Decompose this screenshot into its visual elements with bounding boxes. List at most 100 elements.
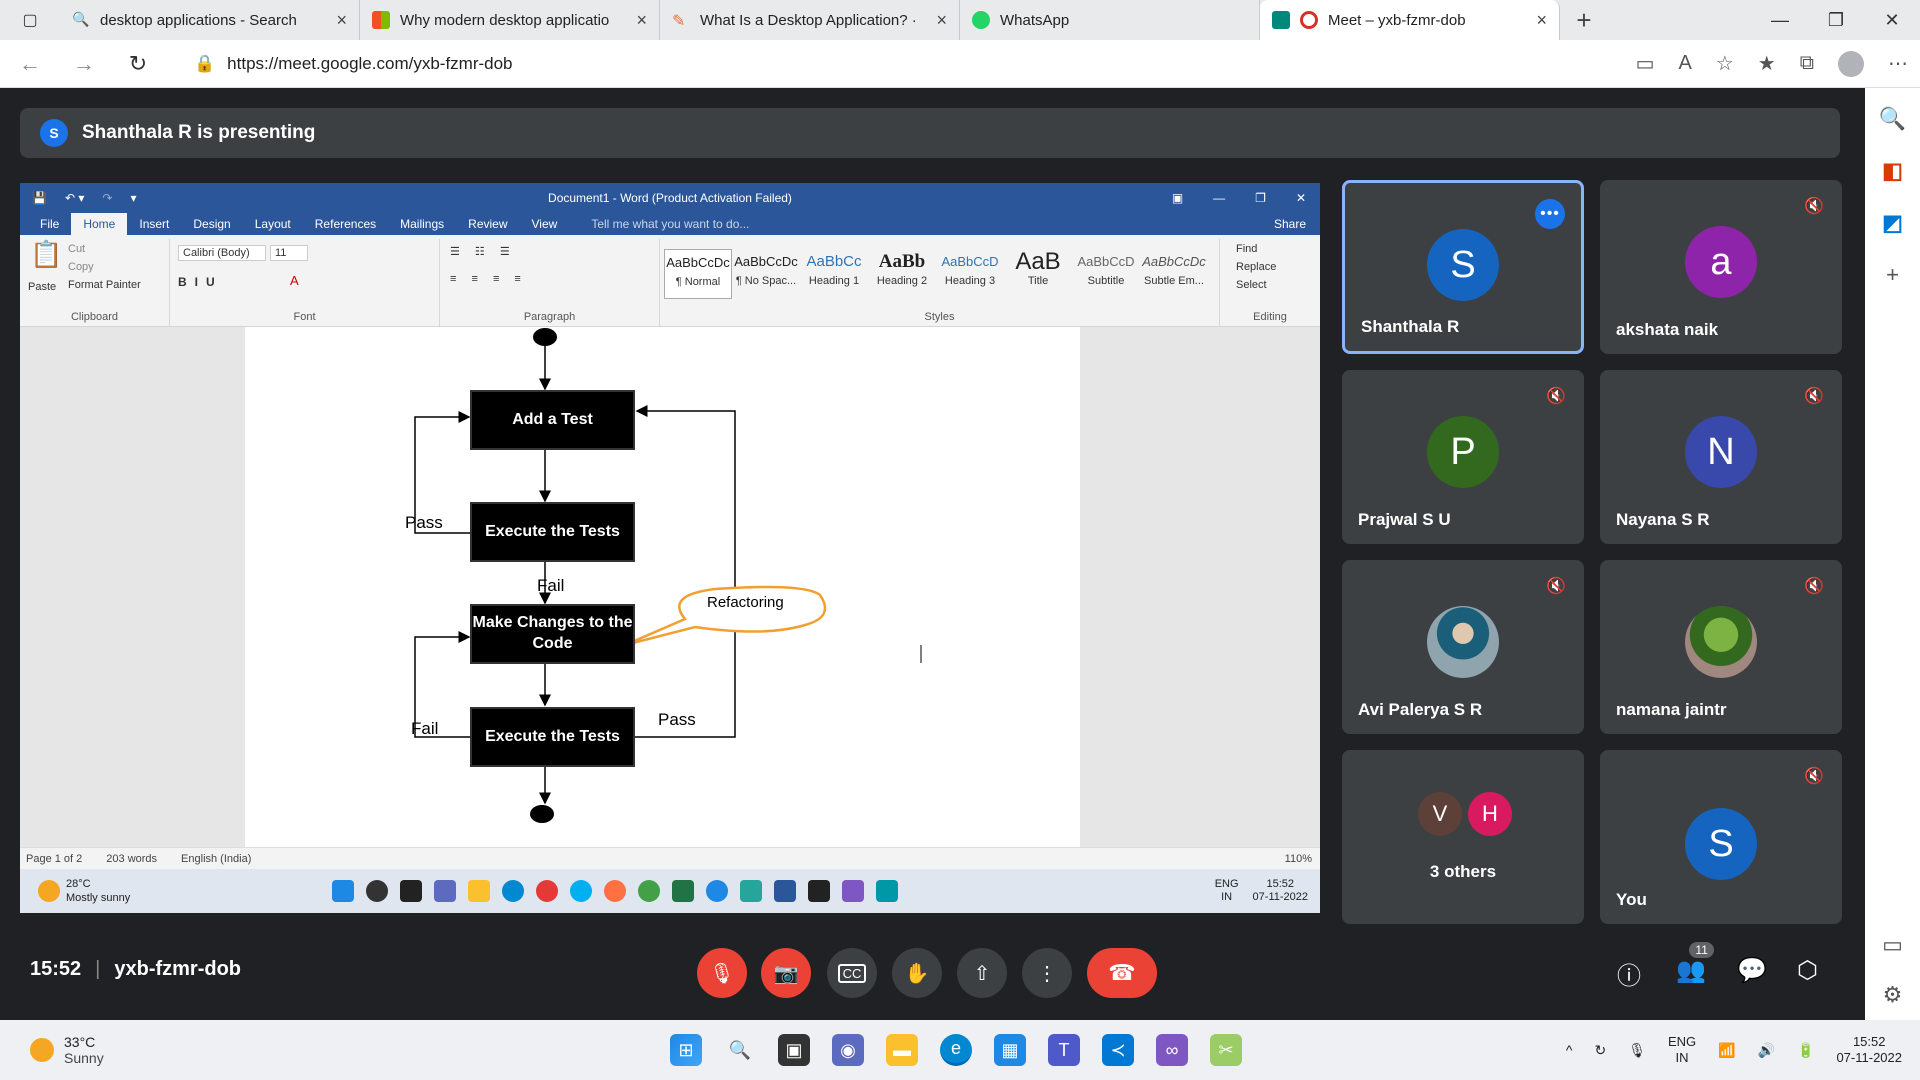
format-painter-button[interactable]: Format Painter (68, 279, 141, 291)
close-tab-icon[interactable]: × (1536, 10, 1547, 31)
cut-button[interactable]: Cut (68, 243, 85, 255)
copy-button[interactable]: Copy (68, 261, 94, 273)
word-tab-design[interactable]: Design (181, 213, 242, 235)
align-buttons[interactable]: ≡ ≡ ≡ ≡ (450, 273, 527, 285)
visual-studio-icon[interactable]: ∞ (1156, 1034, 1188, 1066)
style-heading-2[interactable]: AaBb Heading 2 (868, 249, 936, 299)
activities-icon[interactable]: ⬡ (1797, 956, 1818, 985)
tab-actions-icon[interactable]: ▢ (0, 0, 60, 40)
word-tab-insert[interactable]: Insert (127, 213, 181, 235)
store-icon[interactable]: ▦ (994, 1034, 1026, 1066)
present-button[interactable]: ⇧ (957, 948, 1007, 998)
meeting-details-icon[interactable]: ⓘ (1617, 956, 1641, 991)
add-icon[interactable]: + (1886, 262, 1899, 288)
file-explorer-icon[interactable]: ▬ (886, 1034, 918, 1066)
word-restore-icon[interactable]: ❐ (1255, 191, 1266, 205)
word-tab-home[interactable]: Home (71, 213, 128, 235)
url-field[interactable]: 🔒 https://meet.google.com/yxb-fzmr-dob (174, 46, 1618, 82)
style-subtitle[interactable]: AaBbCcD Subtitle (1072, 249, 1140, 299)
outlook-icon[interactable]: ◩ (1882, 210, 1903, 236)
chat-icon[interactable]: ◉ (832, 1034, 864, 1066)
close-tab-icon[interactable]: × (936, 10, 947, 31)
page-count[interactable]: Page 1 of 2 (26, 853, 82, 865)
word-tab-view[interactable]: View (520, 213, 570, 235)
close-window-icon[interactable]: ✕ (1864, 0, 1920, 40)
language-status[interactable]: English (India) (181, 853, 251, 865)
camera-icon[interactable]: ▭ (1636, 51, 1655, 76)
profile-avatar[interactable] (1838, 50, 1864, 77)
zoom-level[interactable]: 110% (1285, 853, 1320, 865)
undo-icon[interactable]: ↶ ▾ (65, 191, 84, 205)
find-button[interactable]: Find (1236, 243, 1257, 255)
close-tab-icon[interactable]: × (336, 10, 347, 31)
show-hidden-icons[interactable]: ^ (1566, 1042, 1573, 1058)
save-icon[interactable]: 💾 (32, 191, 47, 205)
style-no-spacing[interactable]: AaBbCcDc ¶ No Spac... (732, 249, 800, 299)
participant-tile[interactable]: 🔇 Avi Palerya S R (1342, 560, 1584, 734)
teams-icon[interactable]: T (1048, 1034, 1080, 1066)
forward-icon[interactable]: → (66, 51, 102, 77)
tab-meet[interactable]: Meet – yxb-fzmr-dob × (1260, 0, 1560, 40)
style-subtle-emphasis[interactable]: AaBbCcDc Subtle Em... (1140, 249, 1208, 299)
paste-icon[interactable]: 📋 (30, 239, 62, 270)
participant-tile[interactable]: N 🔇 Nayana S R (1600, 370, 1842, 544)
redo-icon[interactable]: ↷ (102, 191, 112, 205)
raise-hand-button[interactable]: ✋ (892, 948, 942, 998)
word-count[interactable]: 203 words (106, 853, 157, 865)
tab-article-2[interactable]: ✎ What Is a Desktop Application? · × (660, 0, 960, 40)
camera-toggle-button[interactable]: 📷 (761, 948, 811, 998)
battery-icon[interactable]: 🔋 (1797, 1042, 1814, 1059)
windows-start-icon[interactable]: ⊞ (670, 1034, 702, 1066)
font-format-buttons[interactable]: BIU (178, 275, 223, 289)
chat-icon[interactable]: 💬 (1737, 956, 1767, 985)
new-tab-button[interactable]: + (1560, 0, 1608, 40)
word-minimize-icon[interactable]: — (1213, 191, 1225, 205)
word-tab-references[interactable]: References (303, 213, 388, 235)
search-icon[interactable]: 🔍 (724, 1034, 756, 1066)
replace-button[interactable]: Replace (1236, 261, 1276, 273)
more-menu-icon[interactable]: ⋯ (1888, 51, 1908, 76)
add-favorite-icon[interactable]: ☆ (1716, 51, 1734, 76)
participant-tile[interactable]: 🔇 namana jaintr (1600, 560, 1842, 734)
participant-tile[interactable]: P 🔇 Prajwal S U (1342, 370, 1584, 544)
people-button[interactable]: 👥 11 (1676, 942, 1714, 985)
back-icon[interactable]: ← (12, 51, 48, 77)
customize-qat-icon[interactable]: ▾ (130, 191, 136, 205)
minimize-icon[interactable]: — (1752, 0, 1808, 40)
weather-widget[interactable]: 33°C Sunny (0, 1034, 300, 1066)
word-tab-review[interactable]: Review (456, 213, 519, 235)
document-page[interactable]: Add a Test Execute the Tests Make Change… (245, 327, 1080, 847)
tab-whatsapp[interactable]: WhatsApp (960, 0, 1260, 40)
font-name-select[interactable]: Calibri (Body) (178, 245, 266, 261)
word-tab-layout[interactable]: Layout (243, 213, 303, 235)
office-icon[interactable]: ◧ (1882, 158, 1903, 184)
font-size-select[interactable]: 11 (270, 245, 308, 261)
microphone-icon[interactable]: 🎙 (1628, 1042, 1646, 1059)
wifi-icon[interactable]: 📶 (1718, 1042, 1735, 1059)
captions-button[interactable]: CC (827, 948, 877, 998)
clock[interactable]: 15:52 07-11-2022 (1836, 1034, 1902, 1065)
snipping-tool-icon[interactable]: ✂ (1210, 1034, 1242, 1066)
word-close-icon[interactable]: ✕ (1296, 191, 1306, 205)
paste-label[interactable]: Paste (28, 281, 56, 293)
volume-icon[interactable]: 🔊 (1758, 1042, 1775, 1059)
word-share-button[interactable]: Share (1262, 213, 1320, 235)
style-normal[interactable]: AaBbCcDc ¶ Normal (664, 249, 732, 299)
collections-icon[interactable]: ⧉ (1800, 52, 1814, 75)
mic-toggle-button[interactable]: 🎙 (697, 948, 747, 998)
sidebar-layout-icon[interactable]: ▭ (1882, 932, 1903, 958)
search-icon[interactable]: 🔍 (1879, 106, 1906, 132)
others-tile[interactable]: V H 3 others (1342, 750, 1584, 924)
favorites-icon[interactable]: ★ (1758, 51, 1776, 76)
close-tab-icon[interactable]: × (636, 10, 647, 31)
ribbon-display-icon[interactable]: ▣ (1172, 191, 1183, 205)
edge-icon[interactable]: e (940, 1034, 972, 1066)
sync-icon[interactable]: ↻ (1594, 1042, 1606, 1059)
style-heading-1[interactable]: AaBbCc Heading 1 (800, 249, 868, 299)
leave-call-button[interactable]: ☎ (1087, 948, 1157, 998)
list-buttons[interactable]: ☰ ☷ ☰ (450, 245, 516, 258)
font-color-icon[interactable]: A (290, 273, 299, 288)
self-tile[interactable]: S 🔇 You (1600, 750, 1842, 924)
more-options-button[interactable]: ⋮ (1022, 948, 1072, 998)
style-title[interactable]: AaB Title (1004, 249, 1072, 299)
